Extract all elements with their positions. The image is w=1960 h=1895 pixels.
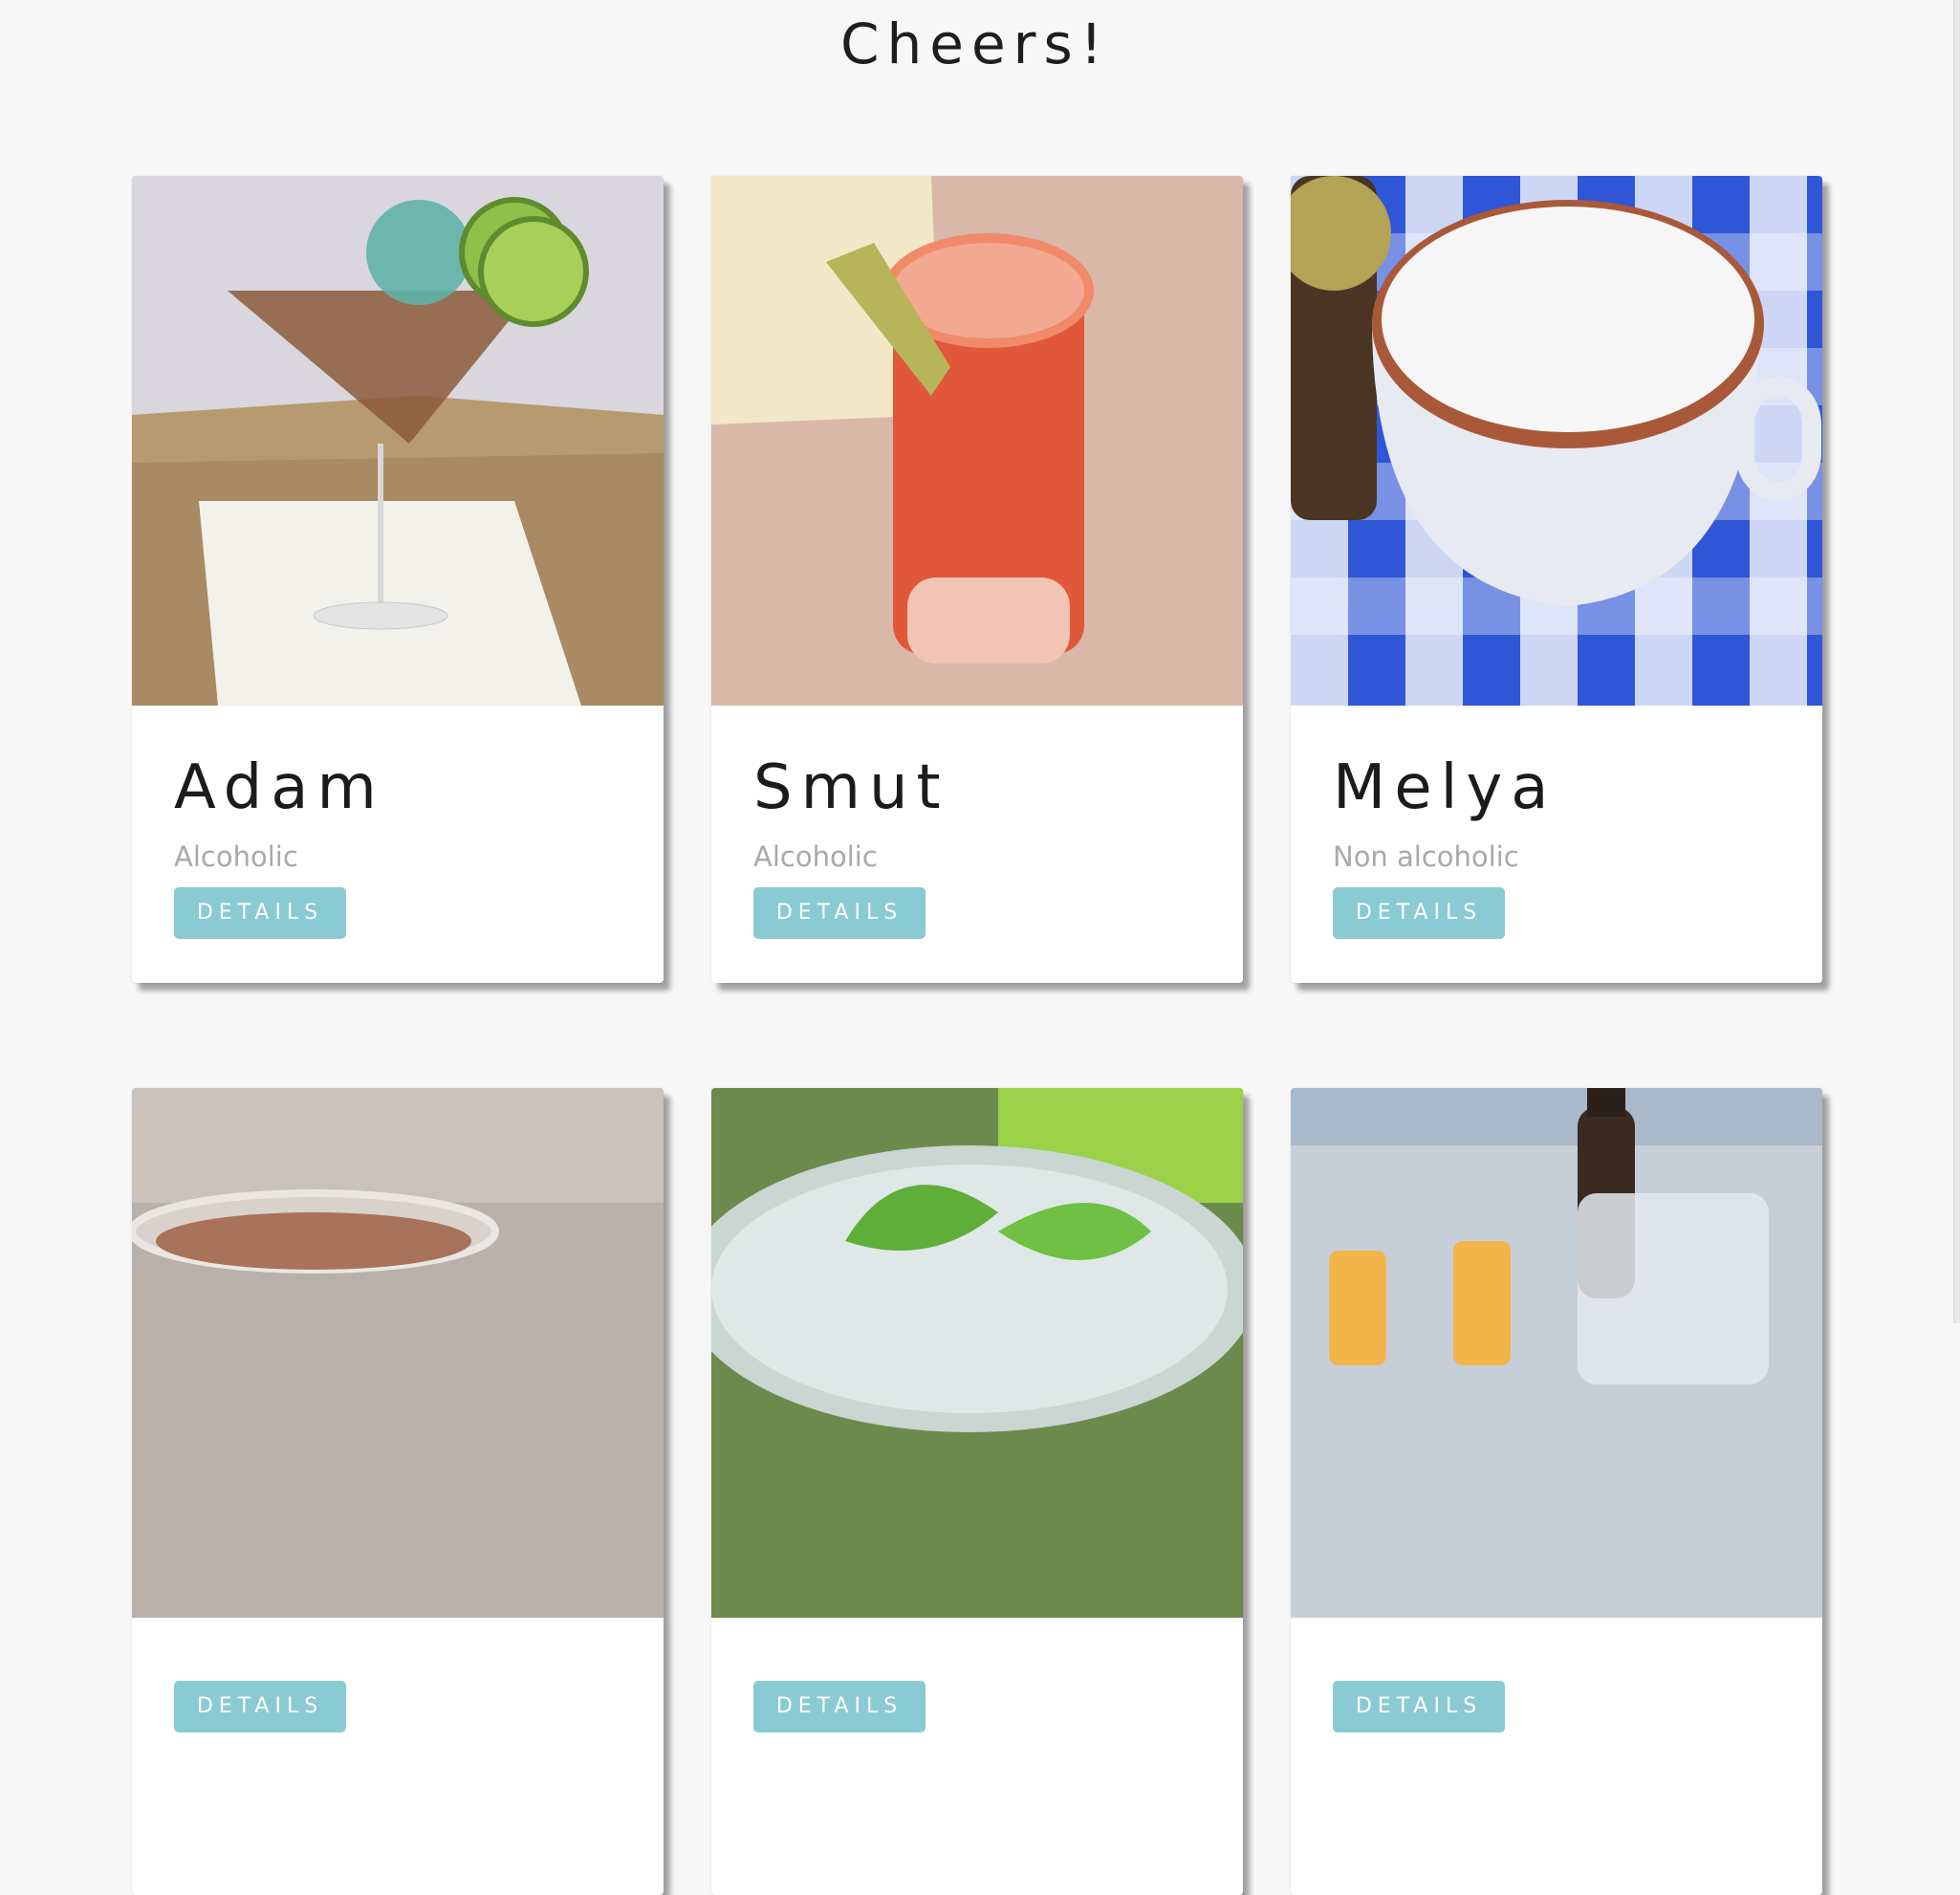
drink-type: Alcoholic [174, 840, 298, 873]
details-button-smut[interactable]: DETAILS [753, 887, 926, 939]
drinks-grid: Adam Alcoholic DETAILS Smut Alcoholic DE… [132, 176, 1822, 1895]
drink-card-melya: Melya Non alcoholic DETAILS [1291, 176, 1822, 983]
drink-type: Alcoholic [753, 840, 878, 873]
drink-card-smut: Smut Alcoholic DETAILS [711, 176, 1243, 983]
details-button-adam[interactable]: DETAILS [174, 887, 346, 939]
details-button[interactable]: DETAILS [753, 1681, 926, 1732]
drink-name: Adam [174, 752, 385, 823]
drink-photo-4 [132, 1088, 664, 1618]
drink-name: Smut [753, 752, 949, 823]
drink-photo-adam [132, 176, 664, 706]
drink-photo-smut [711, 176, 1243, 706]
drink-type: Non alcoholic [1333, 840, 1519, 873]
details-button-melya[interactable]: DETAILS [1333, 887, 1505, 939]
page-title: Cheers! [840, 11, 1110, 76]
drink-photo-5 [711, 1088, 1243, 1618]
drink-card-6: DETAILS [1291, 1088, 1822, 1895]
drink-photo-melya [1291, 176, 1822, 706]
drink-name: Melya [1333, 752, 1557, 823]
scrollbar[interactable] [1953, 0, 1960, 1323]
details-button[interactable]: DETAILS [174, 1681, 346, 1732]
drink-card-4: DETAILS [132, 1088, 664, 1895]
drink-photo-6 [1291, 1088, 1822, 1618]
details-button[interactable]: DETAILS [1333, 1681, 1505, 1732]
drink-card-adam: Adam Alcoholic DETAILS [132, 176, 664, 983]
drink-card-5: DETAILS [711, 1088, 1243, 1895]
